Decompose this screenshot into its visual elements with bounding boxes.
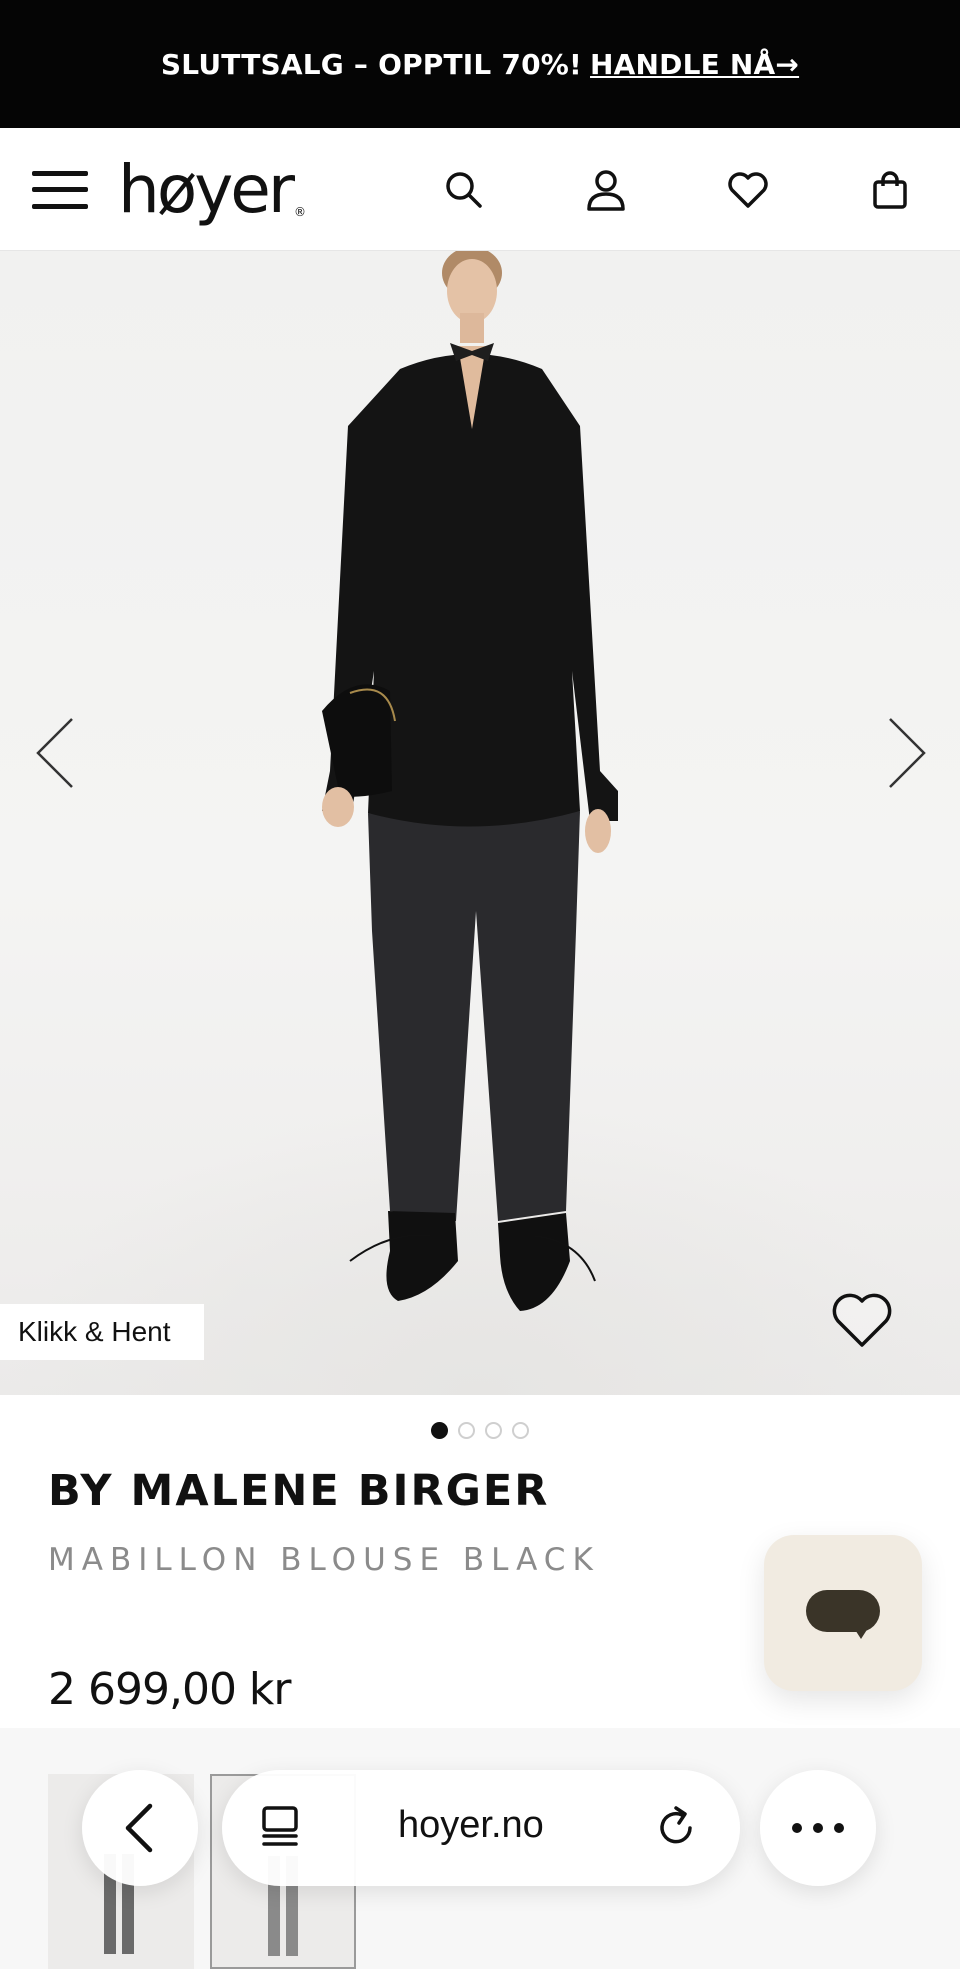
logo-mark: ® (294, 205, 307, 219)
search-icon[interactable] (440, 166, 488, 214)
bag-icon[interactable] (866, 166, 914, 214)
chat-bubble-tail (852, 1625, 870, 1639)
gallery-dot[interactable] (512, 1422, 529, 1439)
url-text[interactable]: hoyer.no (398, 1804, 544, 1847)
more-dots-icon (792, 1823, 844, 1833)
reload-icon[interactable] (652, 1804, 700, 1852)
menu-icon[interactable] (32, 167, 88, 213)
chat-button[interactable] (764, 1535, 922, 1691)
promo-text: SLUTTSALG – OPPTIL 70%! (160, 47, 583, 81)
gallery-next-arrow-icon[interactable] (880, 713, 930, 793)
user-icon[interactable] (582, 166, 630, 214)
gallery-dot[interactable] (485, 1422, 502, 1439)
product-photo (322, 251, 618, 1311)
product-image-gallery[interactable]: Klikk & Hent (0, 251, 960, 1395)
gallery-dot[interactable] (431, 1422, 448, 1439)
product-brand[interactable]: BY MALENE BIRGER (48, 1466, 549, 1516)
gallery-prev-arrow-icon[interactable] (32, 713, 82, 793)
browser-address-bar[interactable]: hoyer.no (222, 1770, 740, 1886)
tabs-icon[interactable] (256, 1804, 304, 1852)
gallery-dot[interactable] (458, 1422, 475, 1439)
add-to-wishlist-heart-icon[interactable] (830, 1291, 894, 1351)
site-logo[interactable]: høyer ® (118, 150, 307, 230)
logo-text: høyer (118, 151, 295, 228)
heart-icon[interactable] (724, 166, 772, 214)
product-name: MABILLON BLOUSE BLACK (48, 1542, 600, 1578)
promo-banner[interactable]: SLUTTSALG – OPPTIL 70%! HANDLE NÅ→ (0, 0, 960, 128)
chevron-left-icon (125, 1803, 153, 1853)
gallery-pagination (0, 1422, 960, 1439)
click-and-collect-badge: Klikk & Hent (0, 1304, 204, 1360)
promo-link[interactable]: HANDLE NÅ→ (590, 48, 799, 81)
product-price: 2 699,00 kr (48, 1664, 291, 1715)
browser-back-button[interactable] (82, 1770, 198, 1886)
browser-more-button[interactable] (760, 1770, 876, 1886)
site-header: høyer ® (0, 128, 960, 251)
